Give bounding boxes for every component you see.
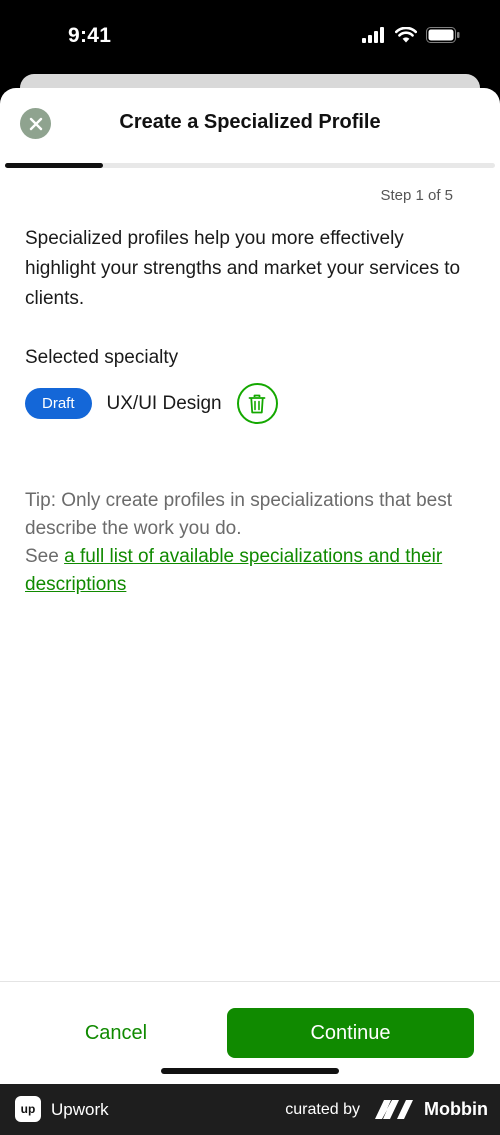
home-indicator	[161, 1068, 339, 1074]
modal-sheet: Create a Specialized Profile Step 1 of 5…	[0, 88, 500, 1084]
curated-by-label: curated by	[285, 1101, 360, 1118]
status-time: 9:41	[68, 24, 112, 47]
tip-text: Tip: Only create profiles in specializat…	[25, 487, 470, 599]
cellular-signal-icon	[362, 27, 384, 43]
step-indicator: Step 1 of 5	[380, 187, 453, 204]
attribution-bar: up Upwork curated by Mobbin	[0, 1084, 500, 1135]
intro-text: Specialized profiles help you more effec…	[25, 228, 461, 309]
battery-icon	[426, 27, 460, 43]
tip-see-prefix: See	[25, 546, 59, 567]
page-title: Create a Specialized Profile	[119, 111, 381, 133]
mobbin-logo-icon	[375, 1100, 413, 1119]
specialty-row: Draft UX/UI Design	[25, 383, 278, 424]
delete-specialty-button[interactable]	[236, 383, 278, 424]
progress-bar	[5, 163, 495, 168]
status-icons	[362, 27, 460, 43]
app-name: Upwork	[51, 1100, 109, 1119]
mobbin-brand: Mobbin	[424, 1099, 488, 1119]
trash-icon	[248, 394, 266, 413]
upwork-logo: up	[15, 1096, 41, 1122]
status-bar: 9:41	[0, 0, 500, 75]
progress-bar-fill	[5, 163, 103, 168]
tip-body: Tip: Only create profiles in specializat…	[25, 490, 452, 539]
status-badge: Draft	[25, 388, 92, 419]
specialty-name: UX/UI Design	[106, 392, 222, 414]
cancel-button[interactable]: Cancel	[36, 1008, 196, 1058]
footer-divider	[0, 981, 500, 982]
continue-button[interactable]: Continue	[227, 1008, 474, 1058]
selected-specialty-label: Selected specialty	[25, 347, 179, 368]
wifi-icon	[395, 27, 417, 43]
specializations-list-link[interactable]: a full list of available specializations…	[25, 546, 442, 595]
